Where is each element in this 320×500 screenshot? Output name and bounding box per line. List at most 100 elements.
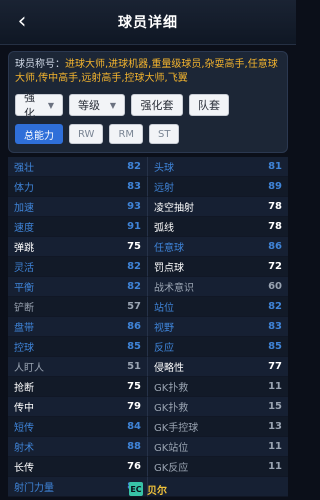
stat-value: 78 [268,221,282,232]
stat-value: 79 [127,401,141,412]
stat-value: 84 [127,421,141,432]
stat-row: 传中 79 [8,397,148,417]
stat-value: 51 [127,361,141,372]
stat-row: 灵活 82 [8,257,148,277]
traits-label: 球员称号： [15,59,65,70]
stat-value: 82 [127,281,141,292]
stat-name: 传中 [14,403,34,414]
stat-name: 人盯人 [14,363,44,374]
stat-row: 凌空抽射 78 [148,197,288,217]
stat-name: 侵略性 [154,363,184,374]
stat-value: 60 [268,281,282,292]
stat-row: 短传 84 [8,417,148,437]
strengthen-select-label: 强化 [24,91,35,120]
caret-down-icon: ▼ [47,100,54,110]
player-traits: 球员称号：进球大师,进球机器,重量级球员,杂耍高手,任意球大师,传中高手,远射高… [15,58,281,86]
chevron-left-icon: ‹ [17,9,27,34]
stat-name: 视野 [154,323,174,334]
stat-value: 82 [268,301,282,312]
stat-row: 视野 83 [148,317,288,337]
tab-rm[interactable]: RM [109,124,144,144]
stat-name: 盘带 [14,323,34,334]
tab-rw[interactable]: RW [69,124,104,144]
stat-name: 弹跳 [14,243,34,254]
level-select-label: 等级 [78,99,100,112]
stat-name: 头球 [154,163,174,174]
stat-name: GK站位 [154,443,189,454]
stat-name: 抢断 [14,383,34,394]
stat-name: 反应 [154,343,174,354]
stat-name: 控球 [14,343,34,354]
position-tabs: 总能力 RW RM ST [15,124,281,144]
level-select[interactable]: 等级 ▼ [69,94,125,116]
stat-name: 射术 [14,443,34,454]
stat-name: 站位 [154,303,174,314]
stat-value: 93 [127,201,141,212]
strengthen-select[interactable]: 强化 ▼ [15,91,63,120]
tab-overall[interactable]: 总能力 [15,124,63,144]
team-set-button[interactable]: 队套 [189,94,229,116]
filter-row: 强化 ▼ 等级 ▼ 强化套 队套 [15,91,281,120]
stat-value: 11 [268,441,282,452]
stat-value: 91 [127,221,141,232]
stat-name: 远射 [154,183,174,194]
stat-value: 85 [268,341,282,352]
stat-row: 弧线 78 [148,217,288,237]
stat-row: 加速 93 [8,197,148,217]
page-title: 球员详细 [118,15,178,31]
stat-name: GK反应 [154,463,189,474]
stat-value: 83 [127,181,141,192]
stat-row: 头球 81 [148,157,288,177]
top-bar: ‹ 球员详细 [0,0,296,45]
stat-value: 82 [127,161,141,172]
stat-name: 弧线 [154,223,174,234]
stat-name: 长传 [14,463,34,474]
stat-row: 体力 83 [8,177,148,197]
stat-row: GK反应 11 [148,457,288,477]
stat-name: 速度 [14,223,34,234]
stat-row: 侵略性 77 [148,357,288,377]
stat-value: 78 [268,201,282,212]
stat-value: 76 [127,461,141,472]
stat-value: 82 [127,261,141,272]
stat-name: GK扑救 [154,383,189,394]
player-card: 球员称号：进球大师,进球机器,重量级球员,杂耍高手,任意球大师,传中高手,远射高… [8,51,288,153]
stat-row: GK站位 11 [148,437,288,457]
stat-row: 抢断 75 [8,377,148,397]
stat-row: 速度 91 [8,217,148,237]
stat-value: 57 [127,301,141,312]
stat-value: 15 [268,401,282,412]
stat-value: 86 [127,321,141,332]
stat-row: 任意球 86 [148,237,288,257]
stat-name: GK扑救 [154,403,189,414]
stat-name: 短传 [14,423,34,434]
stat-name: GK手控球 [154,423,199,434]
stat-name: 灵活 [14,263,34,274]
stat-value: 86 [268,241,282,252]
footer: EC 贝尔 [0,478,296,500]
stat-row: GK扑救 11 [148,377,288,397]
stat-name: 加速 [14,203,34,214]
stat-value: 88 [127,441,141,452]
stat-name: 凌空抽射 [154,203,194,214]
stat-name: 铲断 [14,303,34,314]
stat-row: 弹跳 75 [8,237,148,257]
stat-row: 射术 88 [8,437,148,457]
stat-value: 75 [127,241,141,252]
stat-name: 任意球 [154,243,184,254]
stat-value: 72 [268,261,282,272]
stat-value: 81 [268,161,282,172]
stat-row: 站位 82 [148,297,288,317]
stat-row: 罚点球 72 [148,257,288,277]
strengthen-set-button[interactable]: 强化套 [131,94,183,116]
back-button[interactable]: ‹ [8,6,36,38]
stat-row: 人盯人 51 [8,357,148,377]
tab-st[interactable]: ST [149,124,180,144]
stat-name: 罚点球 [154,263,184,274]
stat-value: 77 [268,361,282,372]
stat-value: 13 [268,421,282,432]
brand-name: 贝尔 [147,485,167,497]
stat-value: 11 [268,381,282,392]
stats-table: 强壮 82 头球 81 体力 83 远射 89 加速 93 凌空抽射 78 速度 91 弧线 78 弹跳 75 任意… [8,157,288,497]
stat-row: 控球 85 [8,337,148,357]
